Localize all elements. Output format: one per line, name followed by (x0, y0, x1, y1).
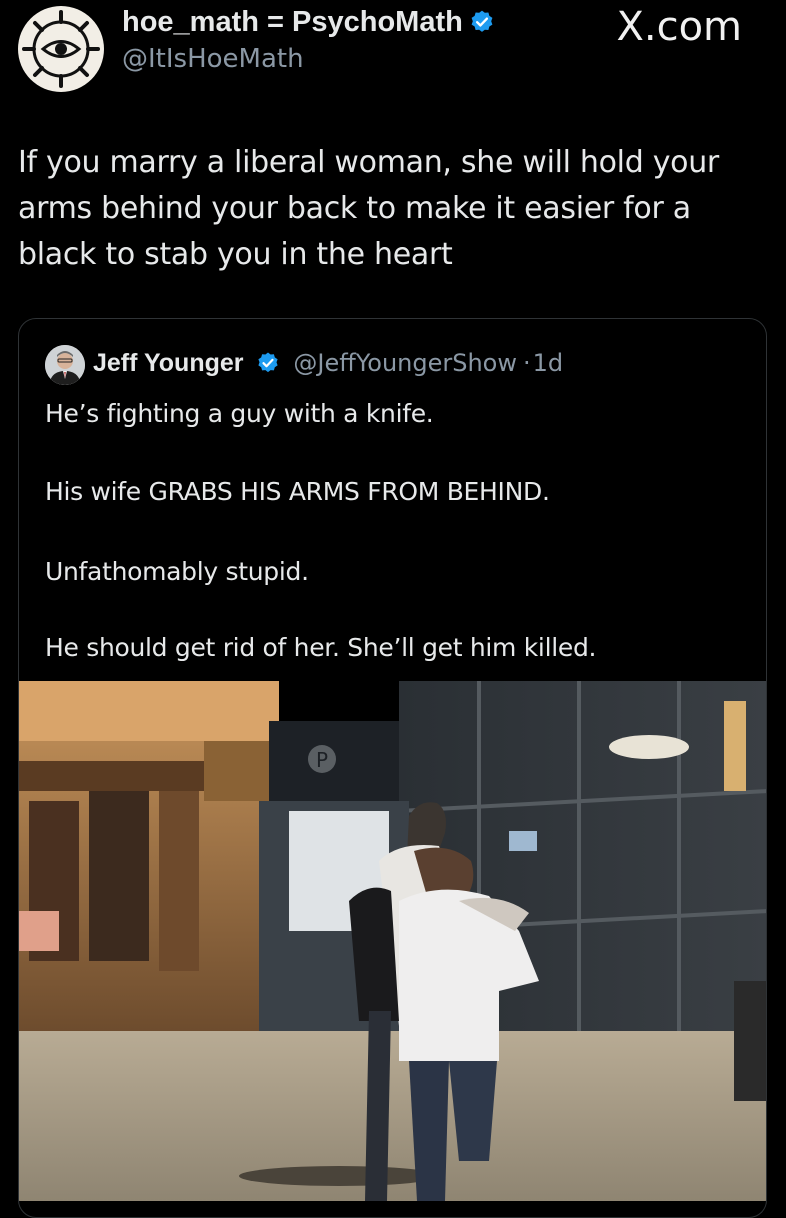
tweet-line: If you marry a liberal woman, she will h… (18, 145, 719, 180)
quoted-tweet[interactable]: Jeff Younger @JeffYoungerShow ·1d He’s fi… (18, 318, 767, 1218)
verified-badge-icon (471, 10, 493, 32)
author-handle[interactable]: @ItIsHoeMath (122, 44, 304, 74)
quoted-paragraph: He’s fighting a guy with a knife. (45, 399, 434, 428)
quoted-paragraph: He should get rid of her. She’ll get him… (45, 633, 597, 662)
quoted-paragraph: Unfathomably stupid. (45, 557, 309, 586)
verified-badge-icon (258, 352, 279, 373)
tweet-line: arms behind your back to make it easier … (18, 191, 691, 226)
tweet-line: black to stab you in the heart (18, 237, 453, 272)
author-avatar[interactable] (18, 6, 104, 92)
video-thumbnail[interactable]: P (19, 681, 767, 1201)
tweet-header: hoe_math = PsychoMath @ItIsHoeMath X.com (0, 0, 786, 110)
person-avatar-icon (45, 345, 85, 385)
quoted-handle: @JeffYoungerShow (293, 349, 517, 377)
meta-separator: · (523, 349, 531, 377)
parking-sign: P (316, 748, 328, 772)
eye-wheel-logo-icon (21, 9, 101, 89)
quoted-author[interactable]: Jeff Younger @JeffYoungerShow ·1d (93, 349, 563, 378)
author-name[interactable]: hoe_math = PsychoMath (122, 6, 495, 39)
x-watermark: X.com (616, 4, 742, 50)
quoted-timestamp[interactable]: 1d (533, 349, 564, 377)
quoted-paragraph: His wife GRABS HIS ARMS FROM BEHIND. (45, 477, 550, 506)
tweet-text: If you marry a liberal woman, she will h… (18, 140, 758, 278)
quoted-author-avatar[interactable] (45, 345, 85, 385)
author-display-name: hoe_math = PsychoMath (122, 6, 463, 38)
quoted-display-name: Jeff Younger (93, 349, 244, 377)
